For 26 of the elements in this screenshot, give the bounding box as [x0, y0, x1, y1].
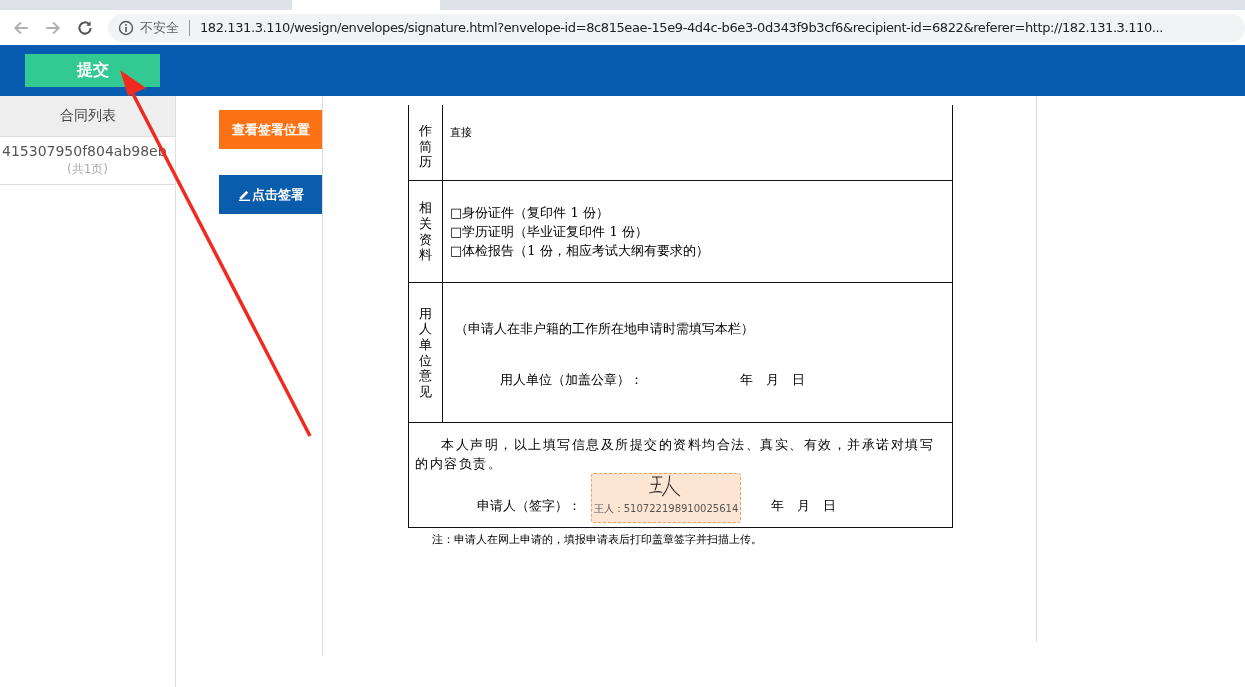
reload-icon[interactable]: [76, 18, 94, 37]
address-bar[interactable]: 不安全 182.131.3.110/wesign/envelopes/signature.html?envelope-id=8c815eae-15e9-4d4c-b6e3-0d343f9b3cf6&recipient-id=6822&referer=http://182.131.3.110...: [108, 13, 1245, 42]
signature-box[interactable]: 王人：510722198910025614: [591, 473, 741, 523]
signature-caption: 王人：510722198910025614: [593, 502, 739, 516]
checklist-item: □身份证件（复印件 1 份）: [450, 204, 610, 222]
info-icon[interactable]: [118, 19, 134, 36]
signer-label: 申请人（签字）：: [477, 496, 581, 515]
date-label: 年 月 日: [740, 371, 805, 389]
row-label: 用人单位意见: [419, 305, 432, 400]
browser-tab-strip[interactable]: [0, 0, 1245, 10]
sign-button[interactable]: 点击签署: [219, 175, 322, 214]
pen-icon: [237, 188, 251, 201]
stamp-label: 用人单位（加盖公章）：: [500, 371, 643, 389]
checklist-item: □学历证明（毕业证复印件 1 份）: [450, 223, 649, 241]
cell-text: （申请人在非户籍的工作所在地申请时需填写本栏）: [455, 320, 755, 338]
row-label: 作简历: [419, 123, 432, 170]
row-label: 相关资料: [419, 200, 432, 263]
sidebar-title: 合同列表: [0, 96, 175, 137]
checklist-item: □体检报告（1 份，相应考试大纲有要求的）: [450, 242, 709, 260]
security-label: 不安全: [140, 18, 179, 37]
form-note: 注：申请人在网上申请的，填报申请表后打印盖章签字并扫描上传。: [431, 532, 763, 547]
page-count: (共1页): [66, 161, 109, 178]
cell-text: 直接: [450, 125, 472, 141]
url-text: 182.131.3.110/wesign/envelopes/signature.html?envelope-id=8c815eae-15e9-4d4c-b6e3-0d343f9b3cf6&recipient-id=6822&referer=http://182.131.3.110...: [200, 20, 1164, 35]
declaration-text: 本人声明，以上填写信息及所提交的资料均合法、真实、有效，并承诺对填写的内容负责。: [415, 436, 935, 473]
date-label: 年 月 日: [771, 496, 836, 515]
